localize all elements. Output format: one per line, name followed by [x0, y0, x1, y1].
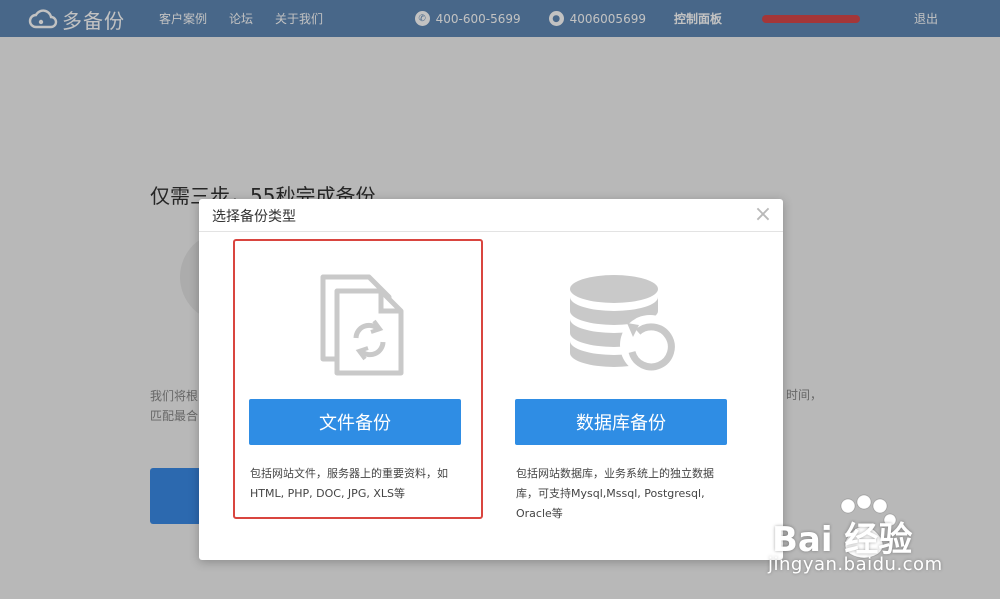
database-backup-option[interactable]: 数据库备份 包括网站数据库，业务系统上的独立数据库，可支持Mysql,Mssql… [499, 239, 749, 520]
database-backup-description: 包括网站数据库，业务系统上的独立数据库，可支持Mysql,Mssql, Post… [516, 467, 714, 520]
database-backup-button[interactable]: 数据库备份 [515, 399, 727, 445]
close-icon[interactable]: × [753, 204, 773, 226]
dialog-title: 选择备份类型 [212, 209, 296, 225]
file-backup-button[interactable]: 文件备份 [249, 399, 461, 445]
dialog-header: 选择备份类型 × [199, 199, 783, 232]
file-backup-description: 包括网站文件，服务器上的重要资料，如HTML, PHP, DOC, JPG, X… [250, 467, 448, 500]
watermark-brand: Bai 经验 [772, 520, 913, 560]
backup-type-dialog: 选择备份类型 × 文件备份 包括网站文件，服务器上的重要资料，如HTML, PH… [199, 199, 783, 560]
file-backup-option[interactable]: 文件备份 包括网站文件，服务器上的重要资料，如HTML, PHP, DOC, J… [233, 239, 483, 519]
database-restore-icon [570, 275, 680, 375]
file-sync-icon [320, 274, 404, 376]
